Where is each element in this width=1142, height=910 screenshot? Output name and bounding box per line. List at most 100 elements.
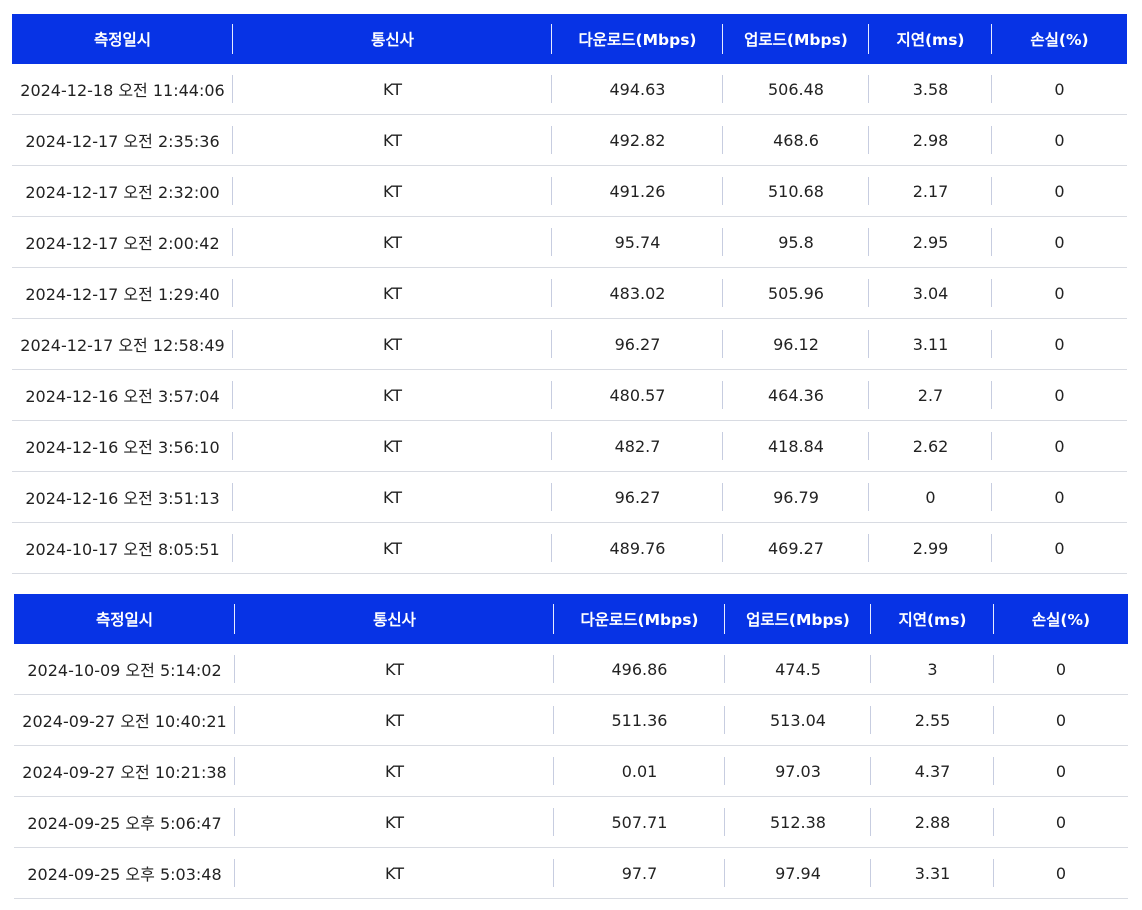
table-row: 2024-12-17 오전 12:58:49 KT 96.27 96.12 3.11 0	[12, 318, 1127, 370]
header-download: 다운로드(Mbps)	[552, 14, 723, 64]
cell-measured-at: 2024-09-27 오전 10:21:38	[14, 745, 235, 797]
cell-upload: 513.04	[725, 694, 871, 746]
table-row: 2024-12-16 오전 3:57:04 KT 480.57 464.36 2.7 0	[12, 369, 1127, 421]
cell-loss: 0	[992, 420, 1127, 472]
header-upload: 업로드(Mbps)	[725, 594, 871, 644]
cell-measured-at: 2024-12-16 오전 3:56:10	[12, 420, 233, 472]
cell-loss: 0	[992, 369, 1127, 421]
cell-carrier: KT	[235, 847, 554, 899]
cell-upload: 97.94	[725, 847, 871, 899]
cell-upload: 474.5	[725, 644, 871, 695]
cell-measured-at: 2024-09-25 오후 5:06:47	[14, 796, 235, 848]
cell-loss: 0	[992, 522, 1127, 574]
cell-measured-at: 2024-12-17 오전 2:00:42	[12, 216, 233, 268]
cell-loss: 0	[992, 318, 1127, 370]
cell-measured-at: 2024-12-16 오전 3:51:13	[12, 471, 233, 523]
table-row: 2024-12-17 오전 2:32:00 KT 491.26 510.68 2.17 0	[12, 165, 1127, 217]
cell-measured-at: 2024-09-25 오후 5:03:48	[14, 847, 235, 899]
cell-carrier: KT	[233, 165, 552, 217]
cell-download: 496.86	[554, 644, 725, 695]
table-body: 2024-10-09 오전 5:14:02 KT 496.86 474.5 3 0 2024…	[14, 644, 1128, 899]
cell-upload: 468.6	[723, 114, 869, 166]
cell-measured-at: 2024-12-17 오전 1:29:40	[12, 267, 233, 319]
cell-carrier: KT	[235, 644, 554, 695]
header-loss: 손실(%)	[994, 594, 1128, 644]
cell-loss: 0	[992, 114, 1127, 166]
table-row: 2024-09-27 오전 10:21:38 KT 0.01 97.03 4.37 0	[14, 745, 1128, 797]
table-row: 2024-09-25 오후 5:03:48 KT 97.7 97.94 3.31 0	[14, 847, 1128, 899]
cell-latency: 3.31	[871, 847, 994, 899]
table-row: 2024-09-25 오후 5:06:47 KT 507.71 512.38 2.88 0	[14, 796, 1128, 848]
cell-latency: 2.7	[869, 369, 992, 421]
cell-upload: 469.27	[723, 522, 869, 574]
cell-loss: 0	[994, 694, 1128, 746]
header-loss: 손실(%)	[992, 14, 1127, 64]
cell-loss: 0	[992, 64, 1127, 115]
cell-latency: 0	[869, 471, 992, 523]
header-download: 다운로드(Mbps)	[554, 594, 725, 644]
cell-upload: 512.38	[725, 796, 871, 848]
table-header: 측정일시 통신사 다운로드(Mbps) 업로드(Mbps) 지연(ms) 손실(…	[12, 14, 1127, 64]
cell-download: 491.26	[552, 165, 723, 217]
cell-download: 489.76	[552, 522, 723, 574]
cell-carrier: KT	[233, 522, 552, 574]
header-measured-at: 측정일시	[14, 594, 235, 644]
cell-download: 480.57	[552, 369, 723, 421]
table-body: 2024-12-18 오전 11:44:06 KT 494.63 506.48 3.58…	[12, 64, 1127, 574]
table-row: 2024-12-17 오전 1:29:40 KT 483.02 505.96 3.04 0	[12, 267, 1127, 319]
header-measured-at: 측정일시	[12, 14, 233, 64]
cell-carrier: KT	[233, 369, 552, 421]
cell-carrier: KT	[233, 64, 552, 115]
cell-upload: 510.68	[723, 165, 869, 217]
cell-download: 492.82	[552, 114, 723, 166]
header-latency: 지연(ms)	[871, 594, 994, 644]
cell-measured-at: 2024-12-18 오전 11:44:06	[12, 64, 233, 115]
cell-latency: 2.55	[871, 694, 994, 746]
cell-carrier: KT	[233, 216, 552, 268]
cell-loss: 0	[994, 644, 1128, 695]
cell-download: 507.71	[554, 796, 725, 848]
table-row: 2024-09-27 오전 10:40:21 KT 511.36 513.04 2.55…	[14, 694, 1128, 746]
cell-latency: 2.88	[871, 796, 994, 848]
cell-upload: 97.03	[725, 745, 871, 797]
cell-loss: 0	[994, 847, 1128, 899]
cell-upload: 96.12	[723, 318, 869, 370]
cell-carrier: KT	[233, 318, 552, 370]
cell-latency: 3.04	[869, 267, 992, 319]
table-row: 2024-12-17 오전 2:00:42 KT 95.74 95.8 2.95 0	[12, 216, 1127, 268]
cell-upload: 464.36	[723, 369, 869, 421]
cell-download: 96.27	[552, 318, 723, 370]
cell-upload: 95.8	[723, 216, 869, 268]
cell-download: 511.36	[554, 694, 725, 746]
cell-carrier: KT	[235, 694, 554, 746]
cell-loss: 0	[992, 216, 1127, 268]
cell-loss: 0	[992, 471, 1127, 523]
cell-download: 0.01	[554, 745, 725, 797]
header-upload: 업로드(Mbps)	[723, 14, 869, 64]
cell-carrier: KT	[233, 471, 552, 523]
cell-measured-at: 2024-10-09 오전 5:14:02	[14, 644, 235, 695]
cell-latency: 2.98	[869, 114, 992, 166]
cell-measured-at: 2024-12-17 오전 2:35:36	[12, 114, 233, 166]
cell-upload: 505.96	[723, 267, 869, 319]
header-latency: 지연(ms)	[869, 14, 992, 64]
cell-download: 482.7	[552, 420, 723, 472]
cell-latency: 3	[871, 644, 994, 695]
cell-carrier: KT	[233, 114, 552, 166]
cell-carrier: KT	[233, 267, 552, 319]
cell-measured-at: 2024-12-17 오전 12:58:49	[12, 318, 233, 370]
cell-latency: 4.37	[871, 745, 994, 797]
cell-carrier: KT	[235, 796, 554, 848]
header-carrier: 통신사	[235, 594, 554, 644]
table-row: 2024-12-18 오전 11:44:06 KT 494.63 506.48 3.58…	[12, 64, 1127, 115]
cell-download: 96.27	[552, 471, 723, 523]
cell-latency: 2.17	[869, 165, 992, 217]
cell-download: 95.74	[552, 216, 723, 268]
cell-latency: 3.58	[869, 64, 992, 115]
cell-measured-at: 2024-09-27 오전 10:40:21	[14, 694, 235, 746]
cell-carrier: KT	[235, 745, 554, 797]
cell-latency: 2.62	[869, 420, 992, 472]
header-carrier: 통신사	[233, 14, 552, 64]
cell-upload: 418.84	[723, 420, 869, 472]
cell-loss: 0	[994, 796, 1128, 848]
